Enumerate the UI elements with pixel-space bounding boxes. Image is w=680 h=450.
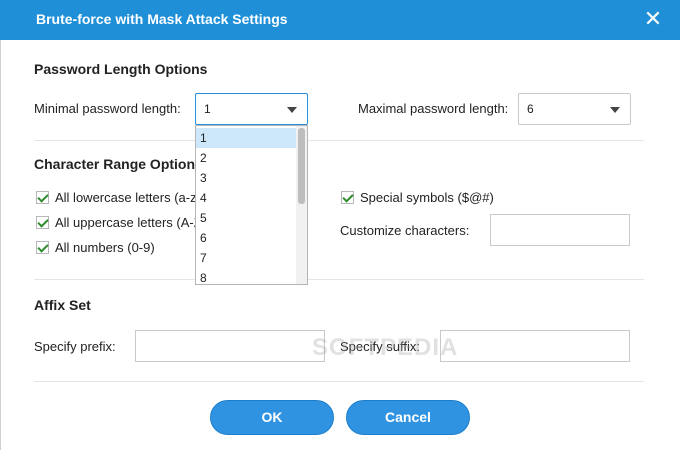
max-length-label: Maximal password length:: [358, 101, 509, 116]
dropdown-option[interactable]: 4: [196, 188, 296, 208]
dropdown-option[interactable]: 6: [196, 228, 296, 248]
min-length-select[interactable]: 1: [195, 93, 308, 125]
window-edge: [0, 40, 1, 450]
dropdown-option[interactable]: 7: [196, 248, 296, 268]
dialog-title: Brute-force with Mask Attack Settings: [36, 11, 288, 27]
uppercase-checkbox[interactable]: [36, 216, 49, 229]
customize-characters-label: Customize characters:: [340, 223, 470, 238]
dropdown-option[interactable]: 2: [196, 148, 296, 168]
min-length-dropdown-list[interactable]: 1 2 3 4 5 6 7 8: [195, 125, 308, 285]
max-length-value: 6: [527, 102, 534, 116]
dropdown-option[interactable]: 8: [196, 268, 296, 284]
customize-characters-input[interactable]: [490, 214, 630, 246]
special-symbols-label: Special symbols ($@#): [360, 190, 494, 205]
min-length-value: 1: [204, 102, 211, 116]
uppercase-label: All uppercase letters (A-Z): [55, 215, 206, 230]
scrollbar-thumb[interactable]: [298, 128, 305, 204]
min-length-label: Minimal password length:: [34, 101, 181, 116]
character-range-section-title: Character Range Options: [34, 156, 203, 172]
section-divider: [34, 279, 644, 280]
section-divider: [34, 381, 644, 382]
numbers-checkbox[interactable]: [36, 241, 49, 254]
section-divider: [34, 140, 644, 141]
password-length-section-title: Password Length Options: [34, 61, 208, 77]
watermark: SOFTPEDIA: [312, 334, 459, 361]
chevron-down-icon: [287, 107, 297, 113]
prefix-input[interactable]: [135, 330, 325, 362]
ok-button[interactable]: OK: [210, 400, 334, 435]
prefix-label: Specify prefix:: [34, 339, 116, 354]
suffix-input[interactable]: [440, 330, 630, 362]
close-icon[interactable]: ✕: [642, 8, 664, 31]
max-length-select[interactable]: 6: [518, 93, 631, 125]
affix-section-title: Affix Set: [34, 297, 91, 313]
dropdown-scrollbar[interactable]: [296, 126, 307, 284]
numbers-label: All numbers (0-9): [55, 240, 155, 255]
dropdown-option[interactable]: 3: [196, 168, 296, 188]
dropdown-option[interactable]: 1: [196, 128, 296, 148]
dropdown-option[interactable]: 5: [196, 208, 296, 228]
lowercase-checkbox[interactable]: [36, 191, 49, 204]
cancel-button[interactable]: Cancel: [346, 400, 470, 435]
special-symbols-checkbox[interactable]: [341, 191, 354, 204]
chevron-down-icon: [610, 107, 620, 113]
title-bar: Brute-force with Mask Attack Settings ✕: [0, 0, 680, 40]
lowercase-label: All lowercase letters (a-z): [55, 190, 201, 205]
